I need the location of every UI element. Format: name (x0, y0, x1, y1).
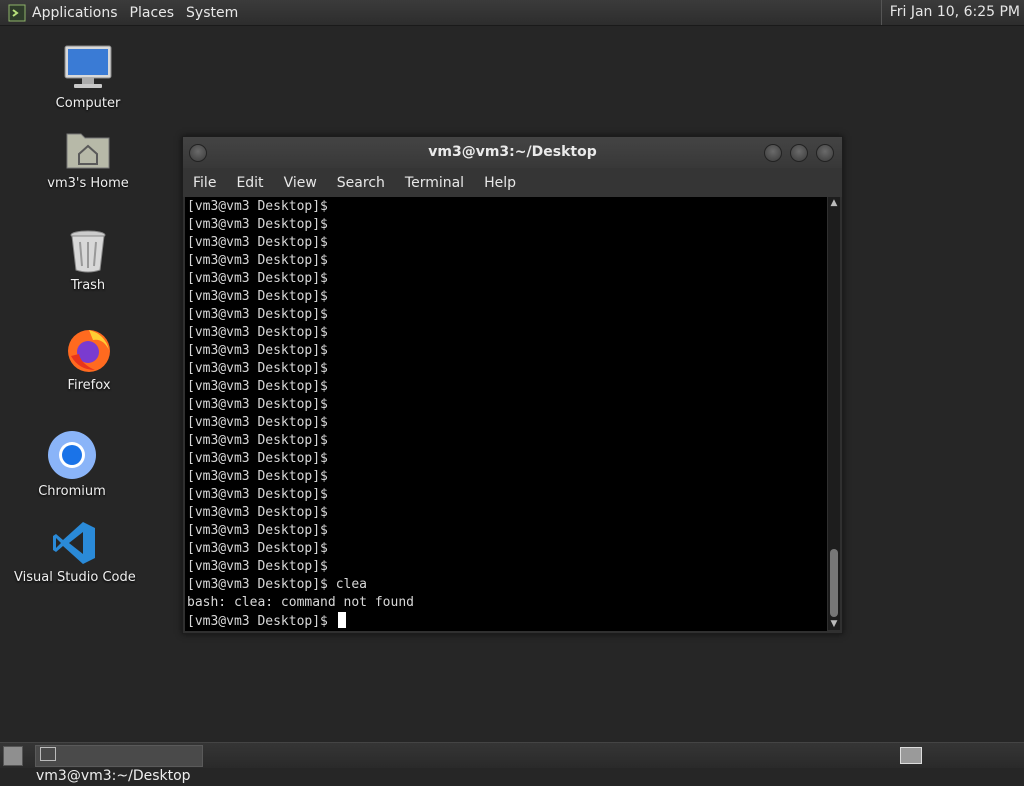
terminal-line: [vm3@vm3 Desktop]$ (187, 451, 328, 466)
desktop-icon-firefox[interactable]: Firefox (29, 326, 149, 393)
desktop-icon-label: Firefox (67, 378, 111, 393)
system-menu[interactable]: System (186, 5, 246, 21)
menu-file[interactable]: File (183, 175, 226, 191)
minimize-button[interactable] (764, 144, 782, 162)
places-menu[interactable]: Places (130, 5, 183, 21)
desktop-icon-label: Computer (55, 96, 121, 111)
terminal-window[interactable]: vm3@vm3:~/Desktop File Edit View Search … (182, 136, 843, 634)
terminal-line: [vm3@vm3 Desktop]$ (187, 505, 328, 520)
terminal-line: [vm3@vm3 Desktop]$ (187, 469, 328, 484)
terminal-line: [vm3@vm3 Desktop]$ (187, 559, 328, 574)
scroll-up-arrow-icon[interactable]: ▲ (828, 197, 840, 209)
desktop-icon-label: Chromium (38, 484, 106, 499)
show-desktop-icon[interactable] (3, 746, 23, 766)
vscode-icon (53, 522, 95, 564)
menu-search[interactable]: Search (327, 175, 395, 191)
terminal-line: [vm3@vm3 Desktop]$ (187, 379, 328, 394)
window-title: vm3@vm3:~/Desktop (428, 144, 597, 160)
chromium-icon (48, 431, 96, 479)
menu-help[interactable]: Help (474, 175, 526, 191)
menu-view[interactable]: View (274, 175, 327, 191)
window-titlebar[interactable]: vm3@vm3:~/Desktop (183, 137, 842, 168)
terminal-line: [vm3@vm3 Desktop]$ (187, 289, 328, 304)
workspace-switcher[interactable] (900, 747, 922, 764)
desktop-icon-chromium[interactable]: Chromium (12, 430, 132, 499)
desktop-icon-label: Visual Studio Code (14, 570, 136, 585)
terminal-line: [vm3@vm3 Desktop]$ (187, 199, 328, 214)
desktop-icon-vscode[interactable]: Visual Studio Code (14, 520, 136, 585)
terminal-prompt-line: [vm3@vm3 Desktop]$ (185, 612, 827, 630)
terminal-line: [vm3@vm3 Desktop]$ (187, 487, 328, 502)
terminal-line: [vm3@vm3 Desktop]$ (187, 415, 328, 430)
desktop-icon-home[interactable]: vm3's Home (28, 128, 148, 191)
terminal-line: [vm3@vm3 Desktop]$ (187, 343, 328, 358)
taskbar-item-terminal[interactable]: vm3@vm3:~/Desktop (35, 745, 203, 784)
terminal-window-icon (40, 747, 56, 761)
terminal-line: [vm3@vm3 Desktop]$ (187, 307, 328, 322)
clock[interactable]: Fri Jan 10, 6:25 PM (880, 0, 1020, 25)
scroll-down-arrow-icon[interactable]: ▼ (828, 618, 840, 630)
terminal-line: [vm3@vm3 Desktop]$ (187, 325, 328, 340)
computer-icon (64, 45, 112, 88)
applications-menu[interactable]: Applications (32, 5, 126, 21)
scrollbar-thumb[interactable] (830, 549, 838, 617)
window-menu-button[interactable] (189, 144, 207, 162)
terminal-line: [vm3@vm3 Desktop]$ (187, 217, 328, 232)
desktop-icon-label: vm3's Home (47, 176, 129, 191)
terminal-line: bash: clea: command not found (187, 595, 414, 610)
text-cursor (337, 612, 346, 628)
home-folder-icon (66, 133, 110, 169)
terminal-prompt: [vm3@vm3 Desktop]$ (187, 614, 336, 629)
terminal-line: [vm3@vm3 Desktop]$ (187, 361, 328, 376)
menu-edit[interactable]: Edit (226, 175, 273, 191)
menu-terminal[interactable]: Terminal (395, 175, 474, 191)
terminal-menubar: File Edit View Search Terminal Help (183, 168, 842, 197)
terminal-logo-icon[interactable] (8, 4, 26, 22)
terminal-line: [vm3@vm3 Desktop]$ (187, 235, 328, 250)
desktop-icon-computer[interactable]: Computer (28, 44, 148, 111)
terminal-scrollbar[interactable]: ▲ ▼ (828, 197, 840, 630)
top-panel: Applications Places System Fri Jan 10, 6… (0, 0, 1024, 26)
taskbar-item-label: vm3@vm3:~/Desktop (36, 768, 191, 784)
close-button[interactable] (816, 144, 834, 162)
terminal-line: [vm3@vm3 Desktop]$ (187, 397, 328, 412)
bottom-panel: vm3@vm3:~/Desktop (0, 742, 1024, 784)
firefox-icon (68, 330, 110, 372)
desktop-icon-label: Trash (70, 278, 106, 293)
terminal-line: [vm3@vm3 Desktop]$ clea (187, 577, 368, 592)
maximize-button[interactable] (790, 144, 808, 162)
terminal-line: [vm3@vm3 Desktop]$ (187, 433, 328, 448)
terminal-output[interactable]: [vm3@vm3 Desktop]$ [vm3@vm3 Desktop]$ [vm3… (185, 197, 827, 631)
terminal-line: [vm3@vm3 Desktop]$ (187, 541, 328, 556)
terminal-line: [vm3@vm3 Desktop]$ (187, 253, 328, 268)
terminal-line: [vm3@vm3 Desktop]$ (187, 271, 328, 286)
desktop-icon-trash[interactable]: Trash (28, 228, 148, 293)
terminal-line: [vm3@vm3 Desktop]$ (187, 523, 328, 538)
trash-icon (70, 230, 106, 273)
